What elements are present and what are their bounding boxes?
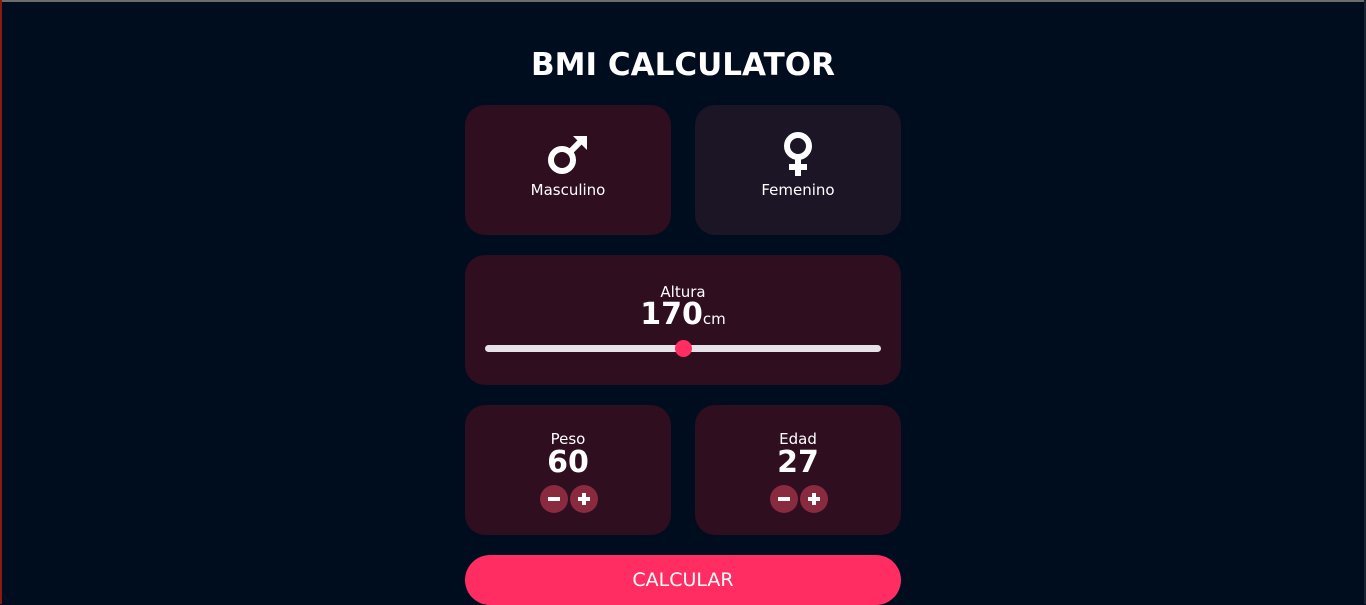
age-decrement-button[interactable] [770,485,798,513]
plus-icon [808,493,820,505]
window-top-border [0,0,1366,2]
weight-card: Peso 60 [465,405,671,535]
height-value-row: 170cm [465,299,901,331]
age-value: 27 [777,445,819,480]
age-increment-button[interactable] [800,485,828,513]
calculate-button[interactable]: CALCULAR [465,555,901,605]
height-unit: cm [702,310,726,328]
minus-icon [778,497,790,501]
weight-decrement-button[interactable] [540,485,568,513]
height-value: 170 [640,297,703,332]
gender-label-male: Masculino [530,181,606,199]
age-card: Edad 27 [695,405,901,535]
weight-increment-button[interactable] [570,485,598,513]
gender-label-female: Femenino [761,181,835,199]
gender-card-male[interactable]: Masculino [465,105,671,235]
gender-card-female[interactable]: Femenino [695,105,901,235]
plus-icon [578,493,590,505]
weight-value: 60 [547,445,589,480]
male-symbol-icon [548,136,587,174]
height-slider-thumb[interactable] [674,340,692,357]
page-title: BMI CALCULATOR [531,47,835,83]
minus-icon [548,497,560,501]
window-left-border [0,0,2,604]
female-symbol-icon [784,132,812,176]
height-card: Altura 170cm [465,255,901,385]
